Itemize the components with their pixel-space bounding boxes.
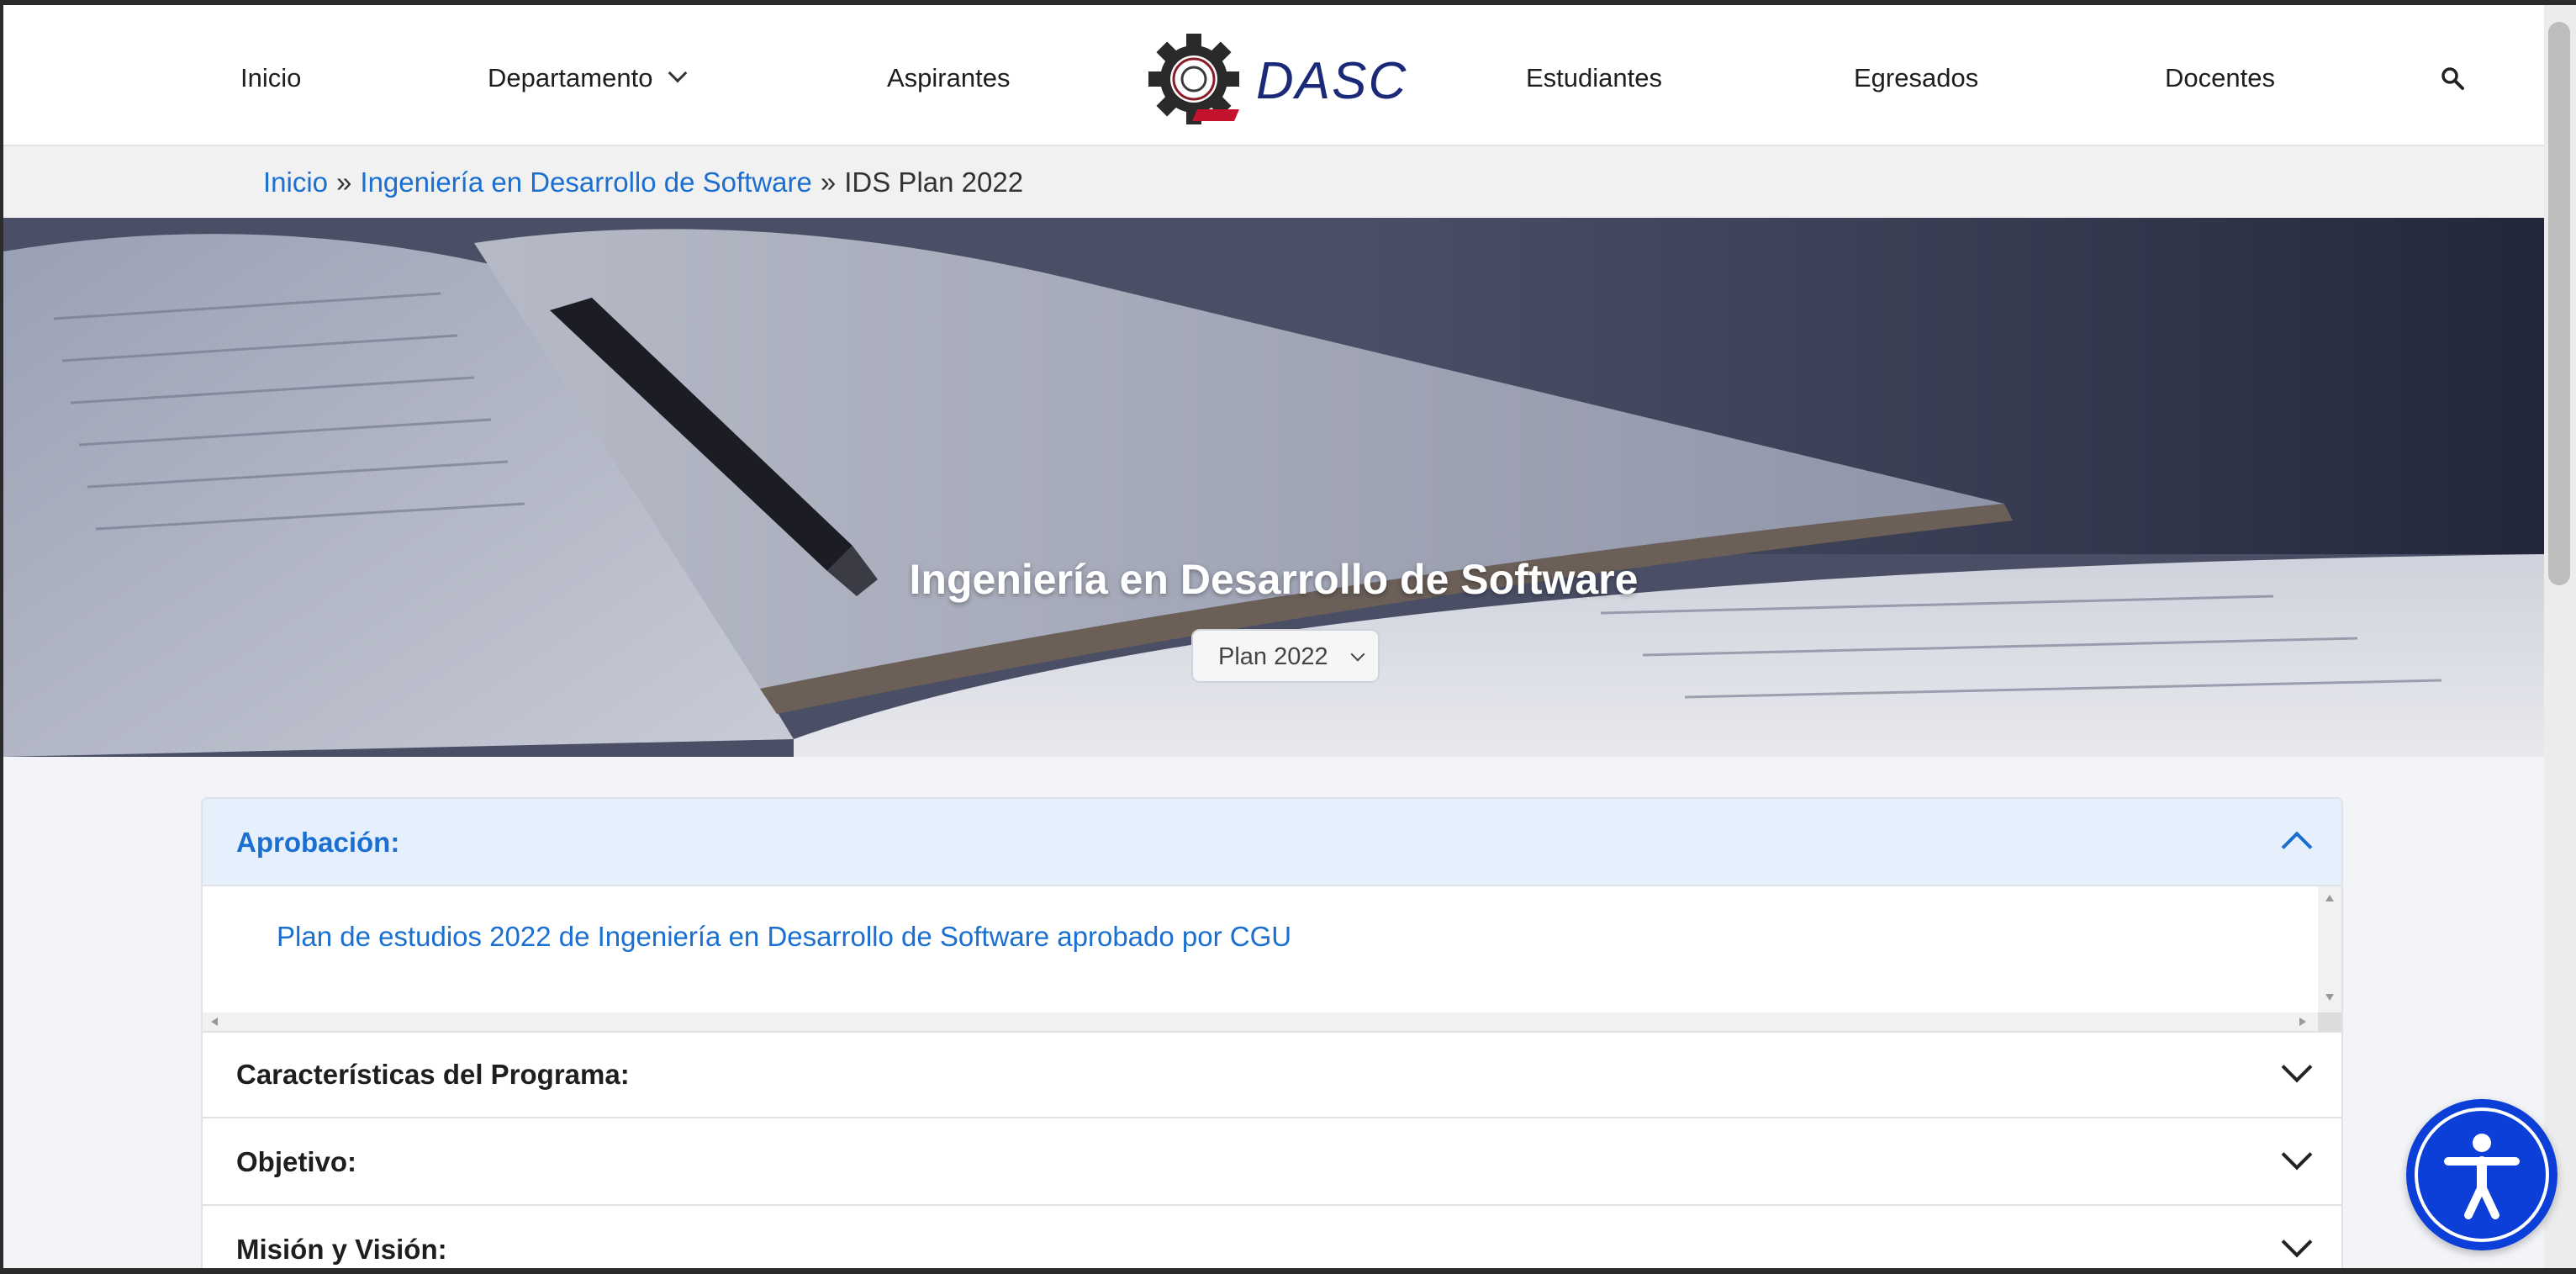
breadcrumb-ids-link[interactable]: Ingeniería en Desarrollo de Software <box>360 167 811 198</box>
window-frame-bottom <box>0 1268 2576 1274</box>
logo-text: DASC <box>1256 52 1408 110</box>
chevron-up-icon <box>2281 831 2313 863</box>
nav-docentes[interactable]: Docentes <box>2165 57 2275 99</box>
horizontal-scrollbar[interactable] <box>203 1012 2318 1031</box>
chevron-down-icon <box>668 63 688 83</box>
chevron-down-icon <box>2281 1226 2313 1258</box>
accordion-body-aprobacion: Plan de estudios 2022 de Ingeniería en D… <box>203 886 2341 1033</box>
accessibility-icon <box>2444 1134 2520 1219</box>
breadcrumb-inicio-link[interactable]: Inicio <box>263 167 328 198</box>
chevron-down-icon <box>2281 1139 2313 1171</box>
accordion-header-aprobacion[interactable]: Aprobación: <box>203 799 2341 886</box>
accordion-title: Características del Programa: <box>236 1059 630 1090</box>
breadcrumb: Inicio » Ingeniería en Desarrollo de Softw… <box>3 146 2544 218</box>
nav-estudiantes[interactable]: Estudiantes <box>1526 57 1662 99</box>
hero-banner: Ingeniería en Desarrollo de Software Pla… <box>3 218 2544 757</box>
accordion-header-mision-vision[interactable]: Misión y Visión: <box>203 1206 2341 1272</box>
nav-egresados[interactable]: Egresados <box>1854 57 1978 99</box>
gear-logo-icon <box>1148 34 1239 124</box>
search-icon[interactable] <box>2440 66 2465 91</box>
nav-aspirantes[interactable]: Aspirantes <box>887 57 1010 99</box>
accordion-header-caracteristicas[interactable]: Características del Programa: <box>203 1031 2341 1118</box>
breadcrumb-separator: » <box>820 167 837 198</box>
chevron-down-icon <box>1350 647 1365 662</box>
accordion-title: Objetivo: <box>236 1146 357 1177</box>
scrollbar-corner <box>2318 1012 2341 1031</box>
plan-select[interactable]: Plan 2022 <box>1191 629 1380 683</box>
accordion-header-objetivo[interactable]: Objetivo: <box>203 1118 2341 1206</box>
dasc-logo[interactable]: DASC <box>1147 30 1406 128</box>
vertical-scrollbar[interactable] <box>2318 886 2341 1012</box>
hero-title: Ingeniería en Desarrollo de Software <box>909 556 1639 603</box>
breadcrumb-current: IDS Plan 2022 <box>844 167 1024 198</box>
page-scrollbar-thumb[interactable] <box>2548 22 2570 585</box>
accordion-title: Aprobación: <box>236 827 400 858</box>
accordion: Aprobación: Plan de estudios 2022 de Ing… <box>201 797 2343 1274</box>
nav-departamento[interactable]: Departamento <box>488 57 688 99</box>
chevron-down-icon <box>2281 1051 2313 1083</box>
nav-inicio[interactable]: Inicio <box>240 57 301 99</box>
site-header: Inicio Departamento Aspirantes DASC Estu… <box>3 5 2544 146</box>
breadcrumb-separator: » <box>336 167 352 198</box>
page-scrollbar[interactable] <box>2544 5 2576 1268</box>
plan-select-value: Plan 2022 <box>1218 643 1328 670</box>
nav-departamento-label: Departamento <box>488 63 653 93</box>
accessibility-button[interactable] <box>2406 1099 2558 1250</box>
accordion-title: Misión y Visión: <box>236 1234 447 1265</box>
plan-approval-link[interactable]: Plan de estudios 2022 de Ingeniería en D… <box>277 917 1291 957</box>
